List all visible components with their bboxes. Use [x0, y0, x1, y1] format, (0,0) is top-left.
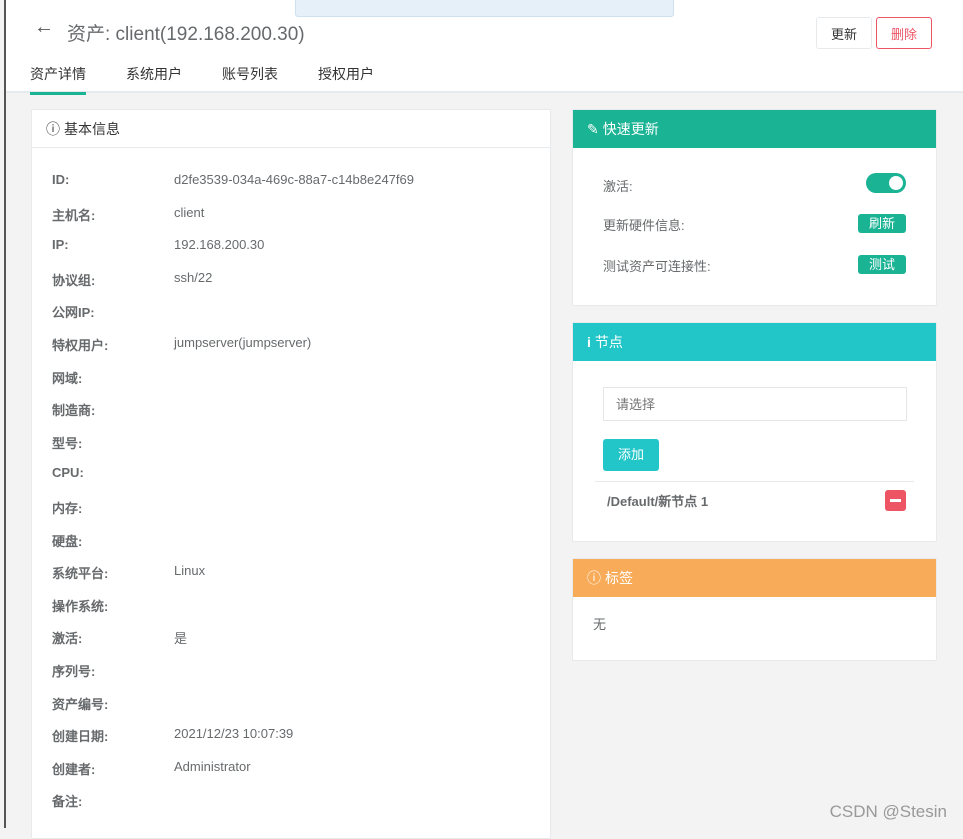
panel-title: 节点: [594, 334, 623, 350]
info-key: 主机名:: [52, 207, 96, 223]
info-key: 序列号:: [52, 664, 96, 679]
quick-update-panel: ✎ 快速更新 激活: 更新硬件信息: 刷新 测试资产可连接性: 测试: [572, 109, 937, 306]
add-node-button[interactable]: 添加: [603, 439, 659, 471]
info-key: 网域:: [52, 370, 83, 386]
notification-toast: [295, 0, 674, 17]
active-label: 激活:: [603, 179, 633, 194]
info-key: 系统平台:: [52, 566, 109, 582]
info-key: 公网IP:: [52, 305, 95, 321]
test-label: 测试资产可连接性:: [603, 259, 711, 274]
tab-asset-detail[interactable]: 资产详情: [30, 64, 86, 95]
info-value: jumpserver(jumpserver): [174, 335, 312, 350]
node-item: /Default/新节点 1: [607, 494, 709, 509]
info-value: Administrator: [174, 758, 251, 774]
refresh-button[interactable]: 刷新: [858, 214, 906, 233]
info-key: 创建日期:: [52, 729, 109, 745]
back-arrow-icon[interactable]: ←: [34, 16, 54, 39]
info-icon: ⓘ: [46, 120, 60, 137]
info-value: ssh/22: [174, 269, 213, 285]
info-icon: ⓘ: [587, 570, 601, 586]
window-border: [4, 0, 6, 828]
info-key: 协议组:: [52, 272, 96, 288]
info-key: 制造商:: [52, 403, 96, 419]
info-icon: i: [587, 334, 591, 350]
info-key: 备注:: [52, 794, 83, 810]
info-value: 2021/12/23 10:07:39: [174, 726, 294, 742]
hardware-label: 更新硬件信息:: [603, 218, 685, 233]
info-value: d2fe3539-034a-469c-88a7-c14b8e247f69: [174, 172, 414, 187]
labels-panel: ⓘ 标签 无: [572, 558, 937, 661]
delete-button[interactable]: 删除: [876, 17, 932, 49]
node-select-input[interactable]: [603, 387, 907, 421]
panel-title: 标签: [605, 570, 633, 586]
tab-account-list[interactable]: 账号列表: [222, 64, 278, 95]
page-title: 资产: client(192.168.200.30): [67, 24, 305, 45]
basic-info-panel: ⓘ 基本信息 ID: d2fe3539-034a-469c-88a7-c14b8e2…: [31, 109, 551, 839]
info-value: client: [174, 204, 205, 220]
watermark: CSDN @Stesin: [829, 802, 947, 821]
remove-node-button[interactable]: [885, 490, 906, 511]
info-key: 型号:: [52, 435, 83, 451]
panel-title: 快速更新: [602, 121, 659, 137]
tab-system-users[interactable]: 系统用户: [126, 64, 182, 95]
info-key: IP:: [52, 237, 69, 253]
active-toggle[interactable]: [866, 173, 906, 193]
tab-authorized-users[interactable]: 授权用户: [318, 64, 374, 95]
info-key: CPU:: [52, 465, 84, 481]
info-key: 激活:: [52, 631, 83, 647]
nodes-panel: i节点 添加 /Default/新节点 1: [572, 322, 937, 542]
info-key: 硬盘:: [52, 533, 83, 549]
info-key: 特权用户:: [52, 338, 109, 353]
info-value: Linux: [174, 563, 206, 579]
update-button[interactable]: 更新: [816, 17, 872, 49]
panel-title: 基本信息: [64, 120, 120, 137]
info-value: 192.168.200.30: [174, 237, 265, 253]
info-key: 操作系统:: [52, 598, 109, 614]
edit-icon: ✎: [587, 120, 599, 137]
info-key: 创建者:: [52, 761, 96, 777]
test-button[interactable]: 测试: [858, 255, 906, 274]
info-value: 是: [174, 631, 188, 647]
info-key: ID:: [52, 172, 70, 187]
info-key: 资产编号:: [52, 696, 109, 712]
info-key: 内存:: [52, 501, 83, 516]
labels-value: 无: [593, 617, 607, 632]
